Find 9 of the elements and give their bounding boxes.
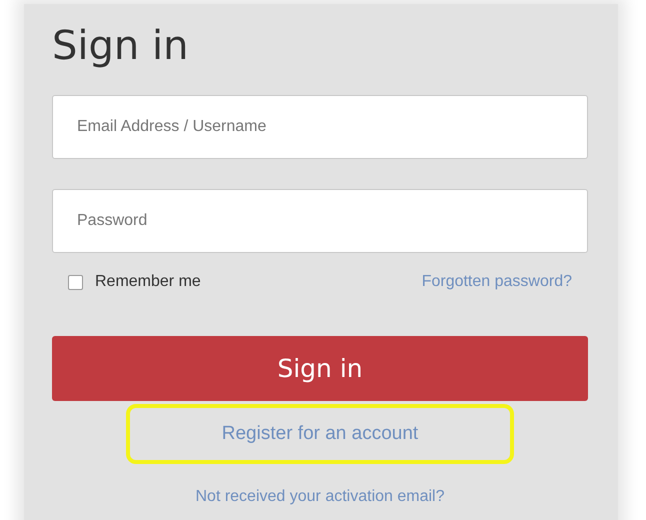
page-title: Sign in — [52, 22, 190, 70]
remember-checkbox[interactable] — [68, 274, 83, 290]
activation-email-link[interactable]: Not received your activation email? — [195, 488, 444, 505]
sign-in-button[interactable]: Sign in — [52, 336, 588, 401]
forgot-password-link[interactable]: Forgotten password? — [422, 273, 572, 291]
register-link[interactable]: Register for an account — [222, 423, 418, 445]
remember-label: Remember me — [95, 273, 201, 291]
password-field[interactable]: Password — [52, 189, 588, 253]
username-field[interactable]: Email Address / Username — [52, 95, 588, 159]
